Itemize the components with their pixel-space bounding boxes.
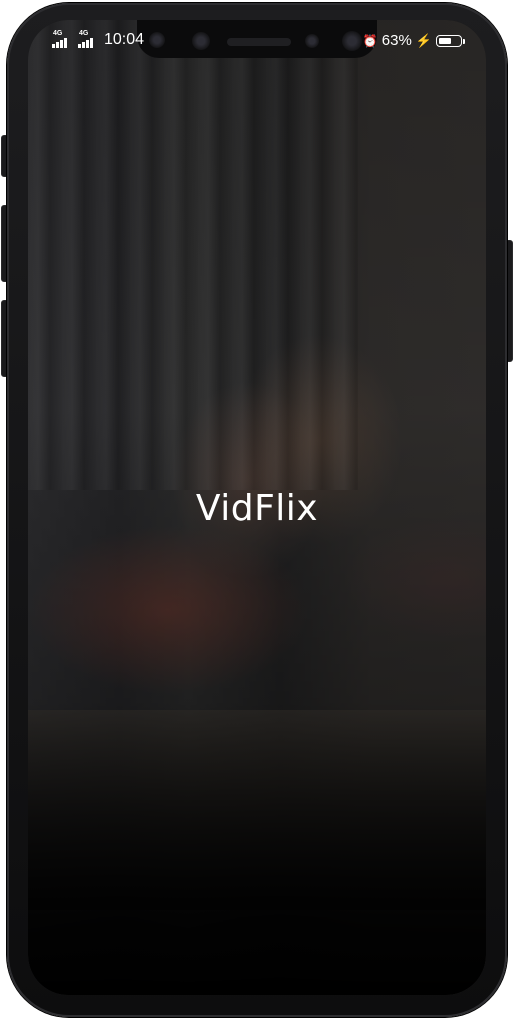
battery-percent: 63%: [381, 32, 412, 49]
network-type-label: 4G: [79, 30, 89, 37]
signal-bars-icon: 4G: [52, 30, 72, 48]
alarm-icon: ⏰: [362, 33, 378, 48]
notch: [137, 20, 377, 58]
app-logo-text: VidFlix: [195, 488, 319, 529]
battery-icon: [436, 34, 465, 47]
earpiece-speaker: [227, 38, 291, 46]
status-bar-right: ⏰ 63% ⚡: [362, 32, 465, 49]
status-time: 10:04: [104, 31, 145, 48]
front-camera-icon: [192, 32, 210, 50]
status-bar-left: 4G 4G 10:04: [52, 30, 145, 48]
ambient-sensor: [305, 34, 319, 48]
device-mockup: 4G 4G 10:04 ⏰ 63% ⚡ VidFlix: [0, 0, 514, 1021]
proximity-sensor: [149, 32, 165, 48]
charging-bolt-icon: ⚡: [415, 32, 432, 48]
network-type-label: 4G: [53, 30, 63, 37]
signal-bars-icon: 4G: [78, 30, 98, 48]
dot-projector: [342, 31, 362, 51]
battery-level: [439, 37, 451, 44]
